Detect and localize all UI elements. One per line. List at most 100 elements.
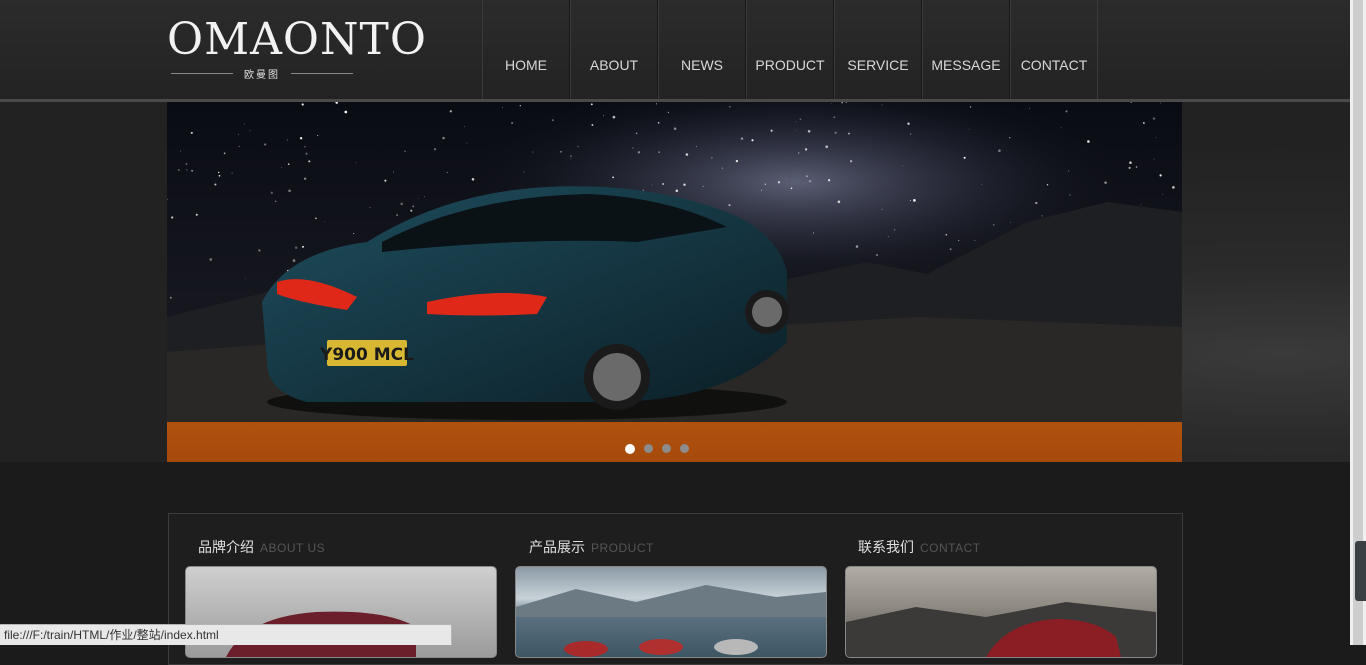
star [804, 148, 808, 151]
side-widget-tab[interactable] [1355, 541, 1366, 601]
star [424, 196, 425, 198]
star [695, 146, 697, 148]
star [711, 157, 713, 159]
nav-contact[interactable]: CONTACT [1010, 0, 1098, 99]
star [369, 206, 371, 209]
star [433, 148, 437, 151]
star [223, 152, 226, 155]
nav-news[interactable]: NEWS [658, 0, 746, 99]
slider-dot-1[interactable] [625, 443, 635, 454]
star [238, 145, 240, 147]
star [301, 103, 304, 106]
star [849, 160, 853, 163]
star [570, 158, 571, 160]
section-title-en: ABOUT US [260, 541, 326, 555]
star [263, 143, 267, 146]
star [1029, 107, 1030, 109]
star [1140, 204, 1142, 206]
star [907, 122, 910, 125]
star [740, 137, 744, 140]
star [294, 246, 298, 249]
nav-product[interactable]: PRODUCT [746, 0, 834, 99]
star [797, 152, 800, 154]
star [1160, 102, 1162, 104]
star [471, 178, 475, 181]
star [662, 183, 664, 185]
section-title-cn: 产品展示 [529, 539, 585, 555]
star [393, 171, 395, 173]
star [612, 115, 616, 119]
star [244, 277, 246, 279]
star [1035, 201, 1038, 205]
product-thumbnail[interactable] [515, 566, 827, 658]
banner-slide-image[interactable]: Y900 MCL [167, 102, 1182, 422]
star [315, 217, 317, 220]
star [795, 130, 797, 131]
star [785, 178, 787, 180]
site-header: OMAONTO 欧曼图 HOME ABOUT NEWS PRODUCT SERV… [0, 0, 1350, 102]
star [808, 180, 812, 183]
star [185, 163, 188, 165]
star [274, 200, 277, 203]
star [830, 103, 832, 104]
contact-thumbnail[interactable] [845, 566, 1157, 658]
star [881, 208, 883, 210]
star [292, 259, 296, 262]
nav-service[interactable]: SERVICE [834, 0, 922, 99]
section-title-about: 品牌介绍 ABOUT US [198, 537, 325, 557]
star [1046, 184, 1049, 186]
star [570, 155, 572, 158]
star [337, 109, 339, 110]
star [655, 103, 657, 105]
star [299, 137, 303, 140]
star [270, 191, 273, 194]
star [981, 184, 983, 185]
section-title-en: PRODUCT [591, 541, 654, 555]
star [324, 221, 326, 223]
star [1009, 221, 1011, 223]
star [945, 233, 948, 236]
star [887, 236, 889, 238]
star [632, 147, 634, 149]
star [287, 163, 290, 165]
star [1172, 186, 1175, 189]
star [998, 149, 1001, 153]
star [1060, 127, 1062, 129]
star [1041, 215, 1043, 217]
star [992, 224, 995, 226]
star [191, 169, 194, 172]
star [777, 181, 781, 184]
star [799, 118, 802, 121]
section-title-en: CONTACT [920, 541, 981, 555]
slider-dot-2[interactable] [644, 444, 653, 453]
star [790, 187, 793, 190]
star [344, 110, 348, 114]
star [637, 151, 641, 154]
star [446, 171, 448, 174]
star [651, 184, 653, 186]
star [218, 171, 220, 174]
nav-about[interactable]: ABOUT [570, 0, 658, 99]
star [969, 106, 972, 108]
slider-dot-3[interactable] [662, 444, 671, 453]
star [511, 121, 514, 125]
star [1143, 122, 1145, 124]
star [1135, 166, 1138, 168]
star [1153, 158, 1155, 160]
star [590, 103, 593, 106]
star [169, 296, 172, 299]
star [258, 249, 261, 252]
section-title-contact: 联系我们 CONTACT [858, 537, 981, 557]
site-logo[interactable]: OMAONTO 欧曼图 [167, 14, 426, 84]
star [958, 240, 960, 242]
star [974, 240, 976, 241]
star [807, 130, 811, 133]
star [552, 119, 554, 121]
star [833, 116, 836, 119]
star [795, 121, 797, 123]
nav-home[interactable]: HOME [482, 0, 570, 99]
slider-dot-4[interactable] [680, 444, 689, 453]
star [1162, 194, 1164, 195]
nav-message[interactable]: MESSAGE [922, 0, 1010, 99]
star [442, 136, 445, 140]
